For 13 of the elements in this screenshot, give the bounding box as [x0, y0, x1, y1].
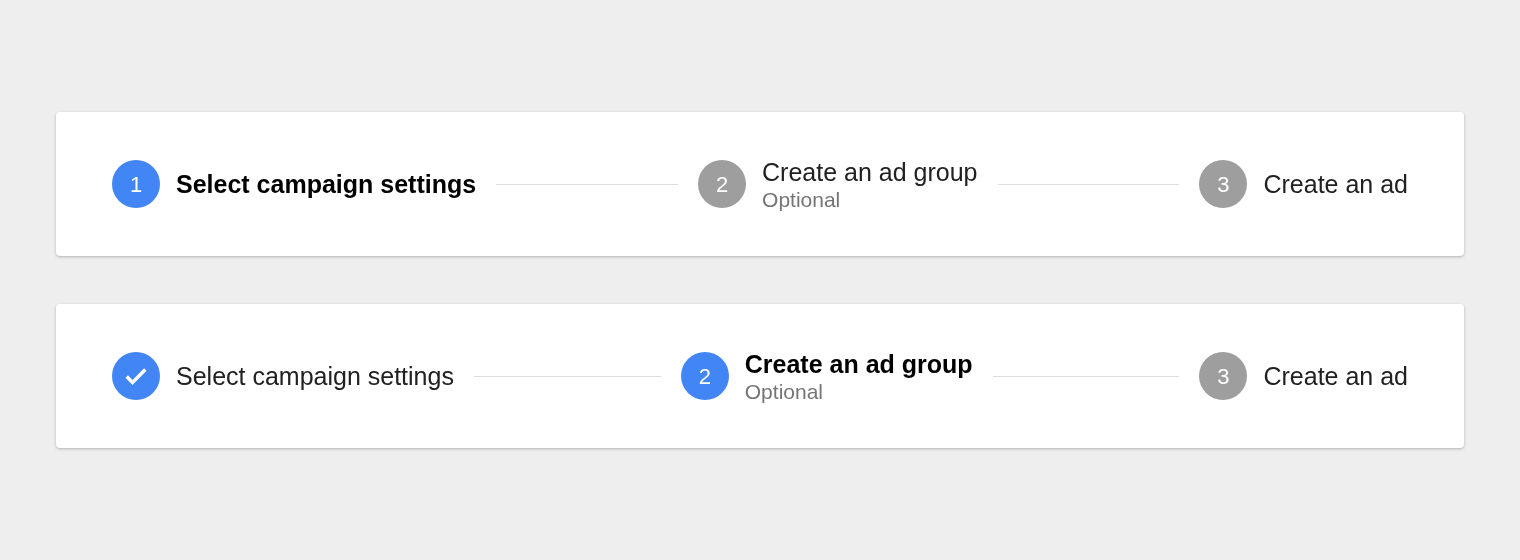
step-label: Create an ad	[1263, 361, 1408, 392]
step-label: Select campaign settings	[176, 169, 477, 200]
step-number: 2	[680, 352, 729, 400]
step-label: Create an ad	[1263, 169, 1408, 200]
step-label: Create an ad group	[762, 157, 978, 188]
step-number: 1	[112, 160, 160, 208]
step-label: Create an ad group	[744, 349, 973, 380]
step-sublabel: Optional	[762, 188, 842, 212]
step-label: Select campaign settings	[176, 361, 454, 392]
step-sublabel: Optional	[744, 380, 824, 404]
step-number: 3	[1199, 160, 1248, 208]
step-number: 2	[698, 160, 747, 208]
step-number: 3	[1199, 352, 1248, 400]
